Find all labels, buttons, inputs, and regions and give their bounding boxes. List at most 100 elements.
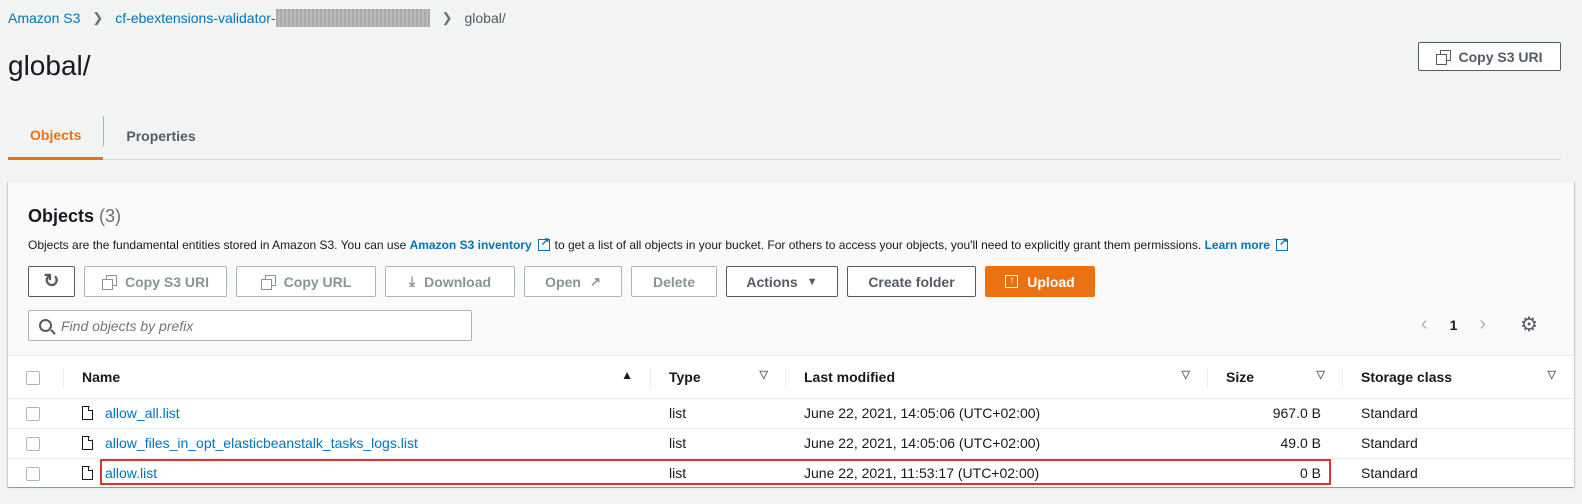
copy-s3-uri-header-button[interactable]: Copy S3 URI bbox=[1418, 42, 1561, 71]
refresh-icon: ↻ bbox=[43, 271, 60, 292]
actions-dropdown[interactable]: Actions ▼ bbox=[726, 266, 838, 297]
upload-icon: ↑ bbox=[1005, 275, 1019, 288]
actions-label: Actions bbox=[746, 273, 798, 290]
type-cell: list bbox=[651, 398, 786, 429]
file-icon bbox=[82, 406, 93, 420]
inventory-link[interactable]: Amazon S3 inventory bbox=[410, 238, 532, 252]
upload-button[interactable]: ↑ Upload bbox=[985, 266, 1095, 297]
delete-button[interactable]: Delete bbox=[631, 266, 717, 297]
file-icon bbox=[82, 466, 93, 480]
size-cell: 49.0 B bbox=[1208, 428, 1343, 459]
copy-icon bbox=[1436, 49, 1452, 65]
objects-table: Name ▲ Type ▽ Last modified ▽ Size ▽ Storage… bbox=[8, 356, 1574, 489]
storage-class-cell: Standard bbox=[1343, 398, 1574, 429]
select-all-checkbox[interactable] bbox=[26, 370, 40, 385]
row-checkbox-cell bbox=[8, 398, 64, 429]
file-icon bbox=[82, 436, 93, 450]
objects-toolbar: ↻ Copy S3 URI Copy URL ⤓ Download Open ↗… bbox=[28, 266, 1554, 297]
row-checkbox[interactable] bbox=[26, 437, 40, 452]
row-checkbox-cell bbox=[8, 458, 64, 489]
chevron-right-icon: ❯ bbox=[92, 10, 104, 25]
breadcrumb-bucket[interactable]: cf-ebextensions-validator- bbox=[115, 10, 275, 26]
create-folder-button[interactable]: Create folder bbox=[847, 266, 976, 297]
copy-url-label: Copy URL bbox=[283, 273, 352, 290]
objects-panel: Objects (3) Objects are the fundamental … bbox=[8, 181, 1574, 489]
copy-url-button[interactable]: Copy URL bbox=[236, 266, 376, 297]
last-modified-cell: June 22, 2021, 11:53:17 (UTC+02:00) bbox=[786, 458, 1208, 489]
last-modified-cell: June 22, 2021, 14:05:06 (UTC+02:00) bbox=[786, 398, 1208, 429]
upload-label: Upload bbox=[1027, 273, 1075, 290]
objects-panel-header: Objects (3) Objects are the fundamental … bbox=[8, 182, 1574, 356]
sort-icon: ▽ bbox=[1181, 369, 1190, 381]
create-folder-label: Create folder bbox=[868, 273, 955, 290]
sort-icon: ▽ bbox=[759, 369, 768, 381]
name-cell: allow_files_in_opt_elasticbeanstalk_task… bbox=[64, 428, 651, 459]
caret-down-icon: ▼ bbox=[806, 275, 818, 288]
column-header-name[interactable]: Name ▲ bbox=[64, 356, 651, 399]
type-cell: list bbox=[651, 428, 786, 459]
copy-icon bbox=[101, 274, 117, 290]
tab-bar: Objects Properties bbox=[8, 112, 1561, 160]
open-button[interactable]: Open ↗ bbox=[524, 266, 622, 297]
tab-properties[interactable]: Properties bbox=[104, 112, 217, 159]
row-checkbox[interactable] bbox=[26, 467, 40, 482]
copy-s3-uri-button[interactable]: Copy S3 URI bbox=[84, 266, 227, 297]
previous-page-icon[interactable]: ‹ bbox=[1421, 313, 1428, 336]
delete-label: Delete bbox=[652, 273, 696, 290]
desc-prefix: Objects are the fundamental entities sto… bbox=[28, 238, 407, 252]
breadcrumb-current: global/ bbox=[464, 10, 506, 26]
last-modified-cell: June 22, 2021, 14:05:06 (UTC+02:00) bbox=[786, 428, 1208, 459]
pagination: ‹ 1 › ⚙ bbox=[1421, 312, 1538, 337]
column-header-storage-class[interactable]: Storage class ▽ bbox=[1343, 356, 1574, 399]
column-header-type[interactable]: Type ▽ bbox=[651, 356, 786, 399]
tab-objects[interactable]: Objects bbox=[8, 112, 104, 160]
objects-description: Objects are the fundamental entities sto… bbox=[28, 235, 1554, 252]
current-page-number[interactable]: 1 bbox=[1450, 317, 1458, 333]
row-checkbox[interactable] bbox=[26, 407, 40, 422]
gear-icon[interactable]: ⚙ bbox=[1520, 312, 1538, 337]
breadcrumb-amazon-s3[interactable]: Amazon S3 bbox=[8, 10, 80, 26]
objects-heading: Objects (3) bbox=[28, 206, 1554, 227]
storage-class-cell: Standard bbox=[1343, 428, 1574, 459]
search-icon bbox=[39, 319, 52, 332]
objects-count: (3) bbox=[99, 206, 122, 226]
column-storage-class-label: Storage class bbox=[1361, 368, 1453, 385]
copy-s3-uri-label: Copy S3 URI bbox=[1458, 48, 1543, 65]
open-label: Open bbox=[545, 273, 581, 290]
type-cell: list bbox=[651, 458, 786, 489]
name-cell: allow.list bbox=[64, 458, 651, 489]
download-button[interactable]: ⤓ Download bbox=[385, 266, 515, 297]
object-name-link[interactable]: allow_files_in_opt_elasticbeanstalk_task… bbox=[105, 435, 418, 451]
redacted-bucket-suffix bbox=[275, 9, 430, 27]
next-page-icon[interactable]: › bbox=[1479, 313, 1486, 336]
objects-title: Objects bbox=[28, 206, 95, 226]
sort-icon: ▽ bbox=[1316, 369, 1325, 381]
table-row: allow_all.list list June 22, 2021, 14:05… bbox=[8, 398, 1574, 429]
column-header-size[interactable]: Size ▽ bbox=[1208, 356, 1343, 399]
external-link-icon: ↗ bbox=[589, 273, 601, 289]
table-row: allow.list list June 22, 2021, 11:53:17 … bbox=[8, 458, 1574, 489]
sort-icon: ▽ bbox=[1547, 369, 1556, 381]
copy-s3-uri-label: Copy S3 URI bbox=[124, 273, 209, 290]
column-header-last-modified[interactable]: Last modified ▽ bbox=[786, 356, 1208, 399]
refresh-button[interactable]: ↻ bbox=[28, 266, 75, 297]
size-cell: 967.0 B bbox=[1208, 398, 1343, 429]
breadcrumb: Amazon S3 ❯ cf-ebextensions-validator- ❯… bbox=[8, 9, 506, 27]
page-title: global/ bbox=[8, 50, 91, 81]
learn-more-link[interactable]: Learn more bbox=[1205, 238, 1270, 252]
select-all-header bbox=[8, 356, 64, 399]
name-cell: allow_all.list bbox=[64, 398, 651, 429]
column-name-label: Name bbox=[82, 368, 121, 385]
search-input[interactable] bbox=[61, 317, 441, 334]
column-type-label: Type bbox=[669, 368, 701, 385]
table-row: allow_files_in_opt_elasticbeanstalk_task… bbox=[8, 428, 1574, 459]
column-size-label: Size bbox=[1226, 368, 1255, 385]
storage-class-cell: Standard bbox=[1343, 458, 1574, 489]
object-name-link[interactable]: allow.list bbox=[105, 465, 157, 481]
object-name-link[interactable]: allow_all.list bbox=[105, 405, 180, 421]
download-icon: ⤓ bbox=[408, 273, 416, 289]
sort-ascending-icon: ▲ bbox=[621, 368, 633, 382]
desc-suffix: to get a list of all objects in your buc… bbox=[554, 238, 1202, 252]
download-label: Download bbox=[424, 273, 492, 290]
chevron-right-icon: ❯ bbox=[441, 10, 453, 25]
